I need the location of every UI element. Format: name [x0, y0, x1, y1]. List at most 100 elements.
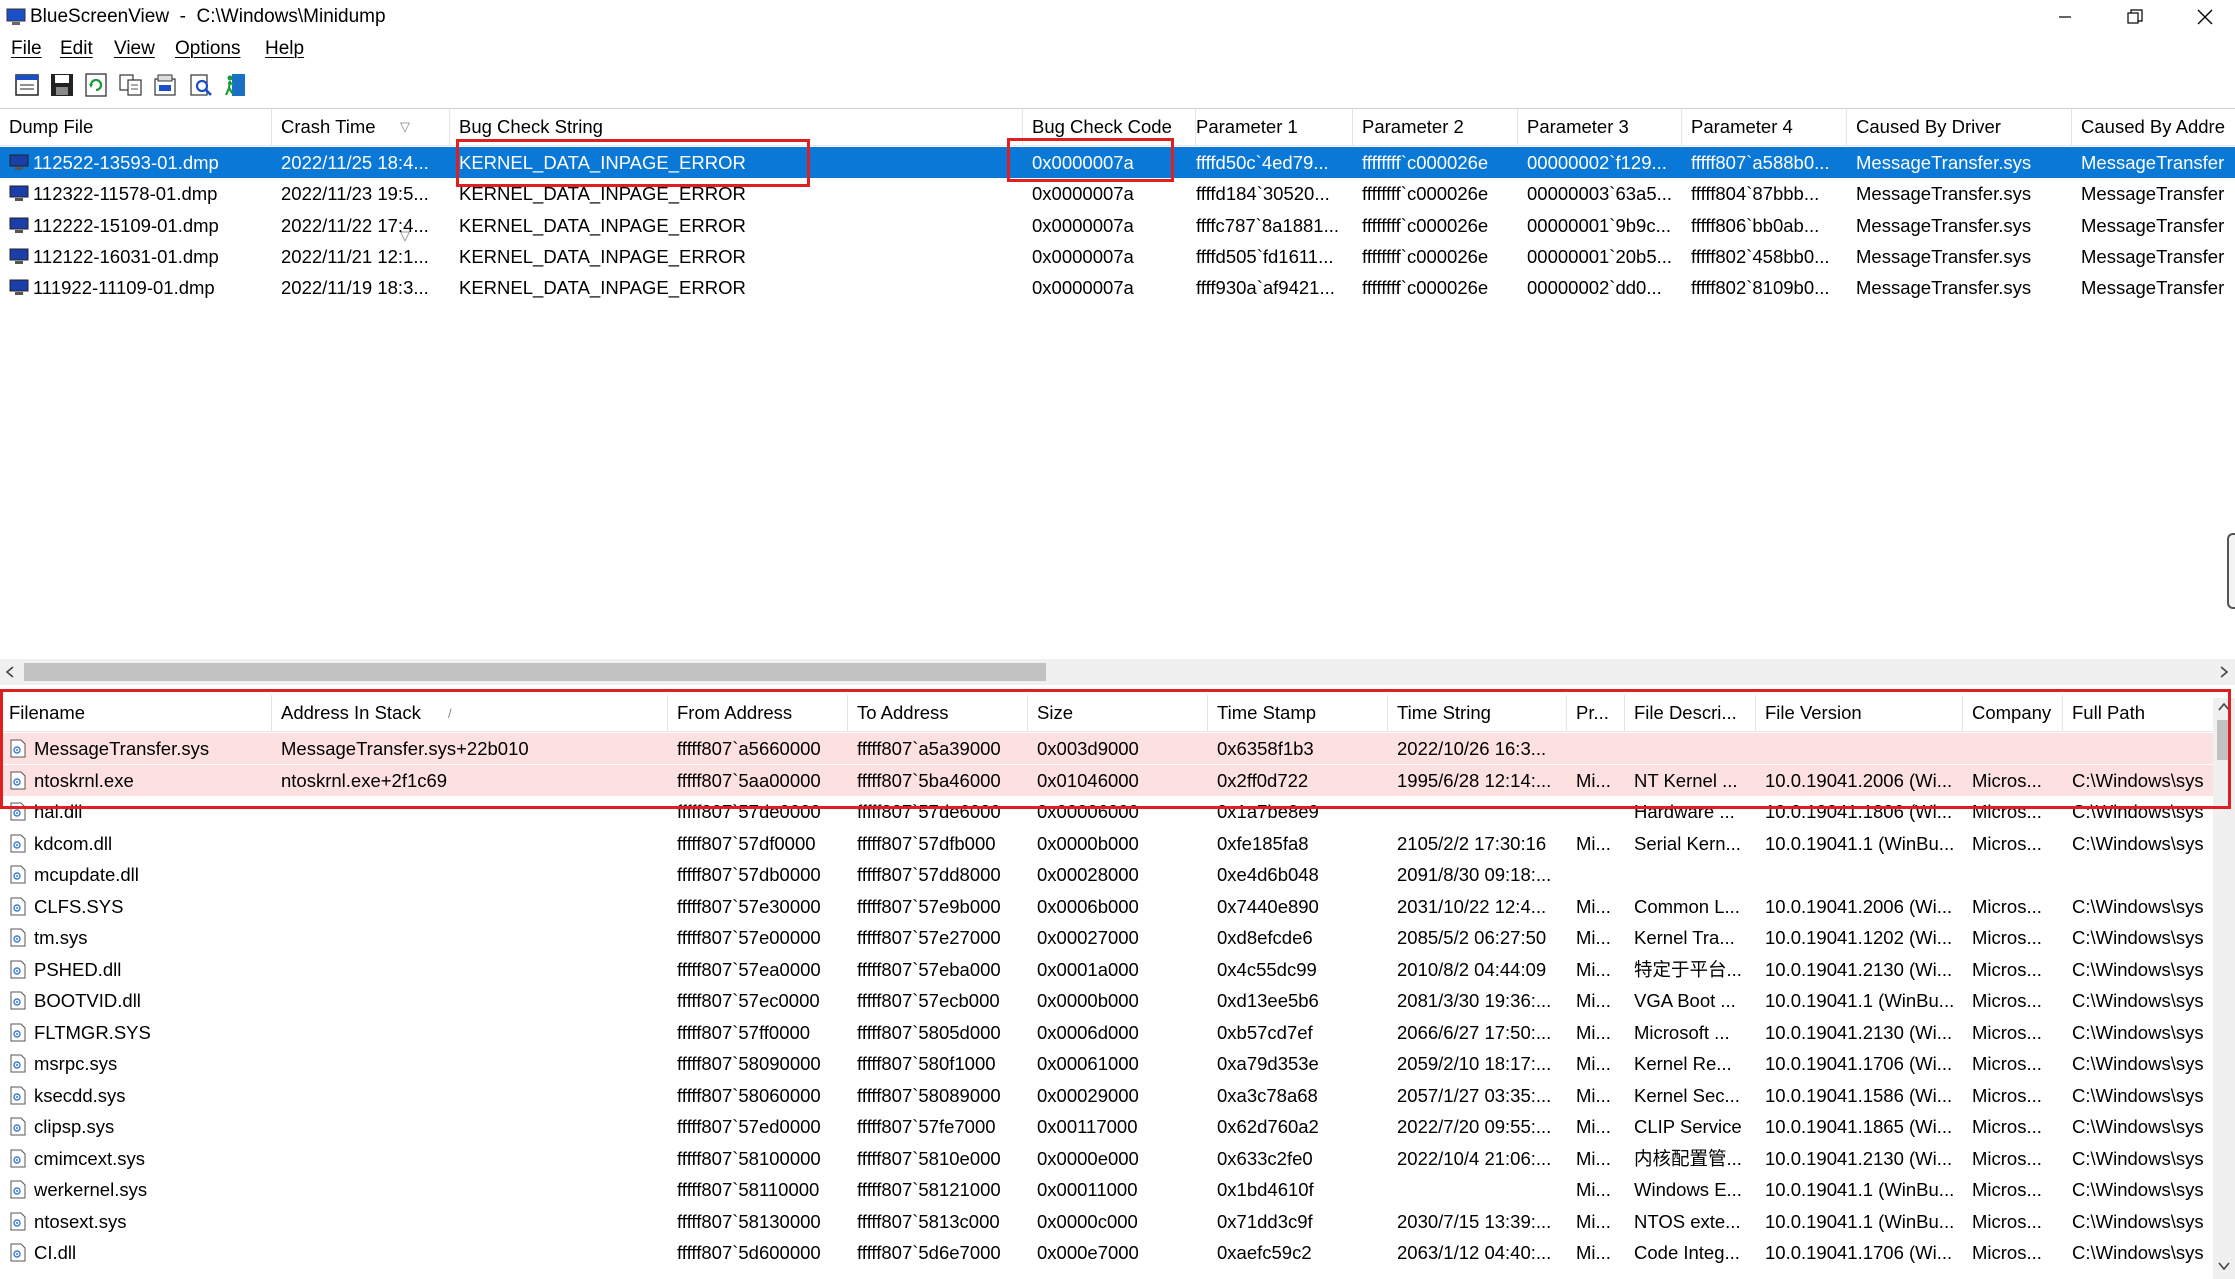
driver-row[interactable]: CLFS.SYS fffff807`57e30000 fffff807`57e9b0… [0, 891, 2213, 922]
properties-button[interactable] [13, 71, 41, 99]
copy-button[interactable] [117, 71, 145, 99]
folder-path: C:\Windows\Minidump [196, 6, 386, 27]
column-parameter-3[interactable]: Parameter 3 [1518, 109, 1682, 145]
close-button[interactable] [2170, 0, 2235, 34]
crash-row[interactable]: 112522-13593-01.dmp 2022/11/25 18:4... KER… [0, 147, 2235, 178]
html-report-button[interactable] [151, 71, 179, 99]
cell-file-description: Kernel Re... [1634, 1053, 1732, 1074]
cell-full-path: C:\Windows\sys [2072, 895, 2204, 917]
cell-address-in-stack [272, 796, 668, 827]
cell-parameter-3: 00000001`20b5... [1527, 245, 1673, 267]
menu-view[interactable]: View [114, 37, 155, 61]
scroll-right-icon[interactable] [2218, 665, 2230, 679]
column-crash-time[interactable]: Crash Time [272, 109, 450, 145]
column-company[interactable]: Company [1963, 695, 2063, 731]
column-caused-by-address[interactable]: Caused By Addre [2072, 109, 2235, 145]
crash-row[interactable]: 111922-11109-01.dmp 2022/11/19 18:3... KER… [0, 272, 2235, 303]
driver-row[interactable]: ntoskrnl.exe ntoskrnl.exe+2f1c69 fffff807`… [0, 764, 2213, 796]
driver-row[interactable]: clipsp.sys fffff807`57ed0000 fffff807`57fe… [0, 1111, 2213, 1142]
scroll-left-icon[interactable] [4, 665, 16, 679]
refresh-button[interactable] [82, 71, 110, 99]
cell-size: 0x00117000 [1037, 1116, 1138, 1137]
driver-row[interactable]: BOOTVID.dll fffff807`57ec0000 fffff807`57e… [0, 985, 2213, 1016]
driver-row[interactable]: werkernel.sys fffff807`58110000 fffff807`5… [0, 1174, 2213, 1205]
driver-row[interactable]: PSHED.dll fffff807`57ea0000 fffff807`57eba… [0, 954, 2213, 985]
crash-row[interactable]: 112322-11578-01.dmp 2022/11/23 19:5... KER… [0, 178, 2235, 209]
cell-product: Mi... [1576, 1242, 1611, 1263]
driver-row[interactable]: ksecdd.sys fffff807`58060000 fffff807`5808… [0, 1080, 2213, 1111]
column-file-version[interactable]: File Version [1756, 695, 1963, 731]
column-full-path[interactable]: Full Path [2063, 695, 2213, 731]
menu-help[interactable]: Help [265, 37, 304, 61]
column-file-description[interactable]: File Descri... [1625, 695, 1756, 731]
cell-parameter-1: ffff930a`af9421... [1196, 277, 1335, 299]
pane-splitter-handle[interactable] [2227, 533, 2235, 609]
save-button[interactable] [48, 71, 76, 99]
cell-filename: ntosext.sys [34, 1210, 127, 1232]
column-to-address[interactable]: To Address [848, 695, 1028, 731]
vertical-scroll-thumb[interactable] [2217, 720, 2231, 760]
driver-row[interactable]: CI.dll fffff807`5d600000 fffff807`5d6e7000… [0, 1237, 2213, 1268]
column-product[interactable]: Pr... [1567, 695, 1625, 731]
crash-row[interactable]: 112222-15109-01.dmp 2022/11/22 17:4... KER… [0, 210, 2235, 241]
find-button[interactable] [187, 71, 215, 99]
horizontal-scrollbar[interactable] [0, 659, 2235, 685]
driver-row[interactable]: msrpc.sys fffff807`58090000 fffff807`580f1… [0, 1048, 2213, 1079]
driver-row[interactable]: cmimcext.sys fffff807`58100000 fffff807`58… [0, 1143, 2213, 1174]
horizontal-scroll-thumb[interactable] [24, 663, 1046, 681]
cell-caused-by-driver: MessageTransfer.sys [1856, 245, 2032, 267]
cell-to-address: fffff807`57dfb000 [857, 832, 996, 854]
cell-full-path: C:\Windows\sys [2072, 1147, 2204, 1169]
menu-options[interactable]: Options [175, 37, 240, 61]
driver-row[interactable]: MessageTransfer.sys MessageTransfer.sys+2… [0, 733, 2213, 764]
menu-file[interactable]: File [11, 37, 42, 61]
vertical-scrollbar[interactable] [2213, 698, 2235, 1279]
column-time-string[interactable]: Time String [1388, 695, 1567, 731]
column-bug-check-string[interactable]: Bug Check String [450, 109, 1023, 145]
column-from-address[interactable]: From Address [668, 695, 848, 731]
column-dump-file[interactable]: Dump File [0, 109, 272, 145]
column-parameter-2[interactable]: Parameter 2 [1353, 109, 1518, 145]
column-parameter-4[interactable]: Parameter 4 [1682, 109, 1847, 145]
cell-file-description: Hardware ... [1634, 801, 1735, 822]
cell-product: Mi... [1576, 1084, 1611, 1106]
column-time-stamp[interactable]: Time Stamp [1208, 695, 1388, 731]
driver-row[interactable]: tm.sys fffff807`57e00000 fffff807`57e27000… [0, 922, 2213, 953]
scroll-down-icon[interactable] [2218, 1261, 2230, 1271]
cell-parameter-1: ffffd50c`4ed79... [1196, 152, 1329, 173]
cell-product: Mi... [1576, 1021, 1611, 1043]
column-bug-check-code[interactable]: Bug Check Code [1023, 109, 1196, 145]
column-filename[interactable]: Filename [0, 695, 272, 731]
cell-parameter-2: ffffffff`c000026e [1362, 277, 1489, 299]
driver-file-icon [10, 960, 26, 978]
driver-row[interactable]: kdcom.dll fffff807`57df0000 fffff807`57dfb… [0, 828, 2213, 859]
driver-file-icon [10, 1180, 26, 1199]
scroll-up-icon[interactable] [2218, 702, 2230, 712]
column-address-in-stack[interactable]: Address In Stack [272, 695, 668, 731]
column-parameter-1[interactable]: Parameter 1 [1187, 109, 1353, 145]
crash-row[interactable]: 112122-16031-01.dmp 2022/11/21 12:1... KER… [0, 241, 2235, 272]
driver-row[interactable]: hal.dll fffff807`57de0000 fffff807`57de600… [0, 796, 2213, 827]
cell-time-string [1388, 796, 1567, 827]
driver-row[interactable]: mcupdate.dll fffff807`57db0000 fffff807`57… [0, 859, 2213, 890]
cell-filename: kdcom.dll [34, 832, 113, 854]
cell-crash-time: 2022/11/21 12:1... [281, 245, 429, 267]
driver-file-icon [10, 928, 26, 947]
close-icon [2197, 9, 2213, 25]
cell-size: 0x0000b000 [1037, 832, 1139, 854]
cell-time-string: 2105/2/2 17:30:16 [1397, 832, 1547, 854]
minimize-button[interactable] [2030, 0, 2100, 34]
cell-full-path: C:\Windows\sys [2072, 832, 2204, 854]
cell-from-address: fffff807`5d600000 [677, 1242, 821, 1263]
cell-product [1567, 796, 1625, 827]
column-size[interactable]: Size [1028, 695, 1208, 731]
driver-row[interactable]: FLTMGR.SYS fffff807`57ff0000 fffff807`5805… [0, 1017, 2213, 1048]
driver-file-icon [10, 991, 26, 1010]
restore-button[interactable] [2100, 0, 2170, 34]
column-caused-by-driver[interactable]: Caused By Driver [1847, 109, 2072, 145]
exit-button[interactable] [221, 71, 249, 99]
menu-edit[interactable]: Edit [60, 37, 93, 61]
cell-filename: mcupdate.dll [34, 864, 139, 885]
driver-row[interactable]: ntosext.sys fffff807`58130000 fffff807`581… [0, 1206, 2213, 1237]
cell-size: 0x00011000 [1037, 1179, 1138, 1200]
